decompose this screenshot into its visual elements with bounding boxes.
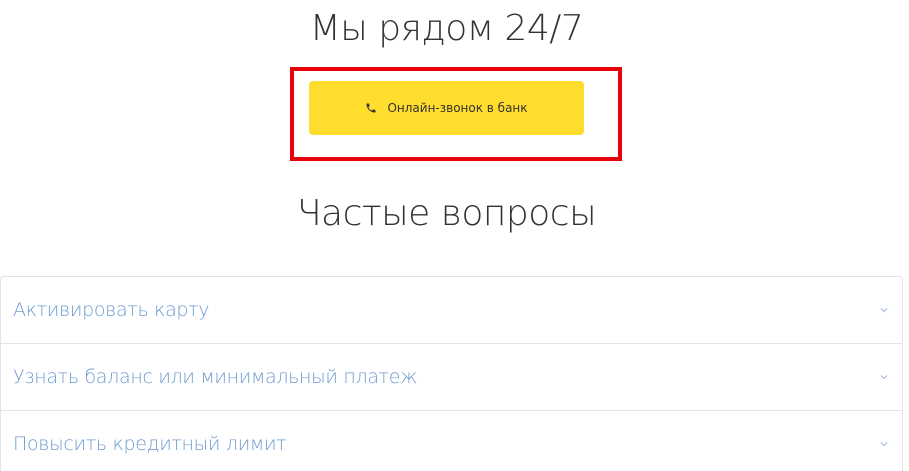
faq-item-check-balance[interactable]: Узнать баланс или минимальный платеж	[1, 344, 902, 411]
faq-item-raise-limit[interactable]: Повысить кредитный лимит	[1, 411, 902, 471]
faq-item-activate-card[interactable]: Активировать карту	[1, 277, 902, 344]
faq-item-label: Активировать карту	[13, 299, 210, 321]
online-call-button[interactable]: Онлайн-звонок в банк	[309, 81, 584, 135]
faq-item-label: Узнать баланс или минимальный платеж	[13, 366, 418, 388]
online-call-button-label: Онлайн-звонок в банк	[387, 101, 528, 115]
support-title: Мы рядом 24/7	[309, 8, 584, 49]
chevron-down-icon	[880, 441, 888, 447]
page: Мы рядом 24/7 Онлайн-звонок в банк Часты…	[0, 0, 909, 471]
faq-list: Активировать карту Узнать баланс или мин…	[0, 276, 903, 471]
chevron-down-icon	[880, 307, 888, 313]
chevron-down-icon	[880, 374, 888, 380]
faq-title: Частые вопросы	[296, 193, 597, 234]
faq-item-label: Повысить кредитный лимит	[13, 433, 287, 455]
phone-icon	[365, 102, 377, 114]
